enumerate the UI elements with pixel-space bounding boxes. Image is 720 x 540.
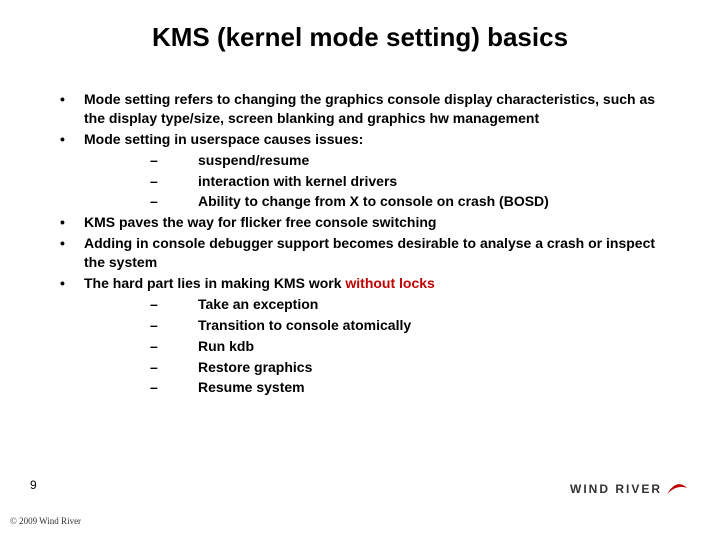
bullet-text: Adding in console debugger support becom… xyxy=(84,234,660,272)
sub-bullet-item: – suspend/resume xyxy=(150,151,660,170)
sub-list: – suspend/resume – interaction with kern… xyxy=(150,151,660,212)
sub-bullet-text: Take an exception xyxy=(198,295,660,314)
dash-marker: – xyxy=(150,378,198,397)
sub-bullet-item: – Take an exception xyxy=(150,295,660,314)
dash-marker: – xyxy=(150,151,198,170)
dash-marker: – xyxy=(150,358,198,377)
sub-bullet-item: – interaction with kernel drivers xyxy=(150,172,660,191)
sub-bullet-text: Run kdb xyxy=(198,337,660,356)
bullet-marker: • xyxy=(60,130,84,149)
bullet-item: • Mode setting in userspace causes issue… xyxy=(60,130,660,149)
slide-title: KMS (kernel mode setting) basics xyxy=(0,22,720,53)
sub-bullet-item: – Restore graphics xyxy=(150,358,660,377)
sub-bullet-text: Resume system xyxy=(198,378,660,397)
swoosh-icon xyxy=(666,482,688,496)
dash-marker: – xyxy=(150,192,198,211)
bullet-marker: • xyxy=(60,274,84,293)
sub-bullet-item: – Transition to console atomically xyxy=(150,316,660,335)
sub-bullet-text: Restore graphics xyxy=(198,358,660,377)
bullet-item: • The hard part lies in making KMS work … xyxy=(60,274,660,293)
slide: KMS (kernel mode setting) basics • Mode … xyxy=(0,0,720,540)
slide-body: • Mode setting refers to changing the gr… xyxy=(60,90,660,399)
dash-marker: – xyxy=(150,295,198,314)
sub-bullet-item: – Run kdb xyxy=(150,337,660,356)
bullet-text-highlight: without locks xyxy=(345,275,434,291)
dash-marker: – xyxy=(150,316,198,335)
bullet-item: • Mode setting refers to changing the gr… xyxy=(60,90,660,128)
bullet-text: The hard part lies in making KMS work wi… xyxy=(84,274,660,293)
dash-marker: – xyxy=(150,172,198,191)
bullet-text: KMS paves the way for flicker free conso… xyxy=(84,213,660,232)
page-number: 9 xyxy=(30,478,37,492)
dash-marker: – xyxy=(150,337,198,356)
copyright: © 2009 Wind River xyxy=(10,516,81,526)
sub-bullet-item: – Ability to change from X to console on… xyxy=(150,192,660,211)
bullet-text: Mode setting refers to changing the grap… xyxy=(84,90,660,128)
bullet-marker: • xyxy=(60,234,84,272)
sub-bullet-text: interaction with kernel drivers xyxy=(198,172,660,191)
sub-list: – Take an exception – Transition to cons… xyxy=(150,295,660,397)
bullet-marker: • xyxy=(60,213,84,232)
bullet-marker: • xyxy=(60,90,84,128)
sub-bullet-text: suspend/resume xyxy=(198,151,660,170)
bullet-item: • Adding in console debugger support bec… xyxy=(60,234,660,272)
logo-text: WIND RIVER xyxy=(570,482,662,496)
bullet-text: Mode setting in userspace causes issues: xyxy=(84,130,660,149)
sub-bullet-text: Transition to console atomically xyxy=(198,316,660,335)
wind-river-logo: WIND RIVER xyxy=(570,482,688,496)
sub-bullet-item: – Resume system xyxy=(150,378,660,397)
bullet-item: • KMS paves the way for flicker free con… xyxy=(60,213,660,232)
bullet-text-pre: The hard part lies in making KMS work xyxy=(84,275,345,291)
sub-bullet-text: Ability to change from X to console on c… xyxy=(198,192,660,211)
